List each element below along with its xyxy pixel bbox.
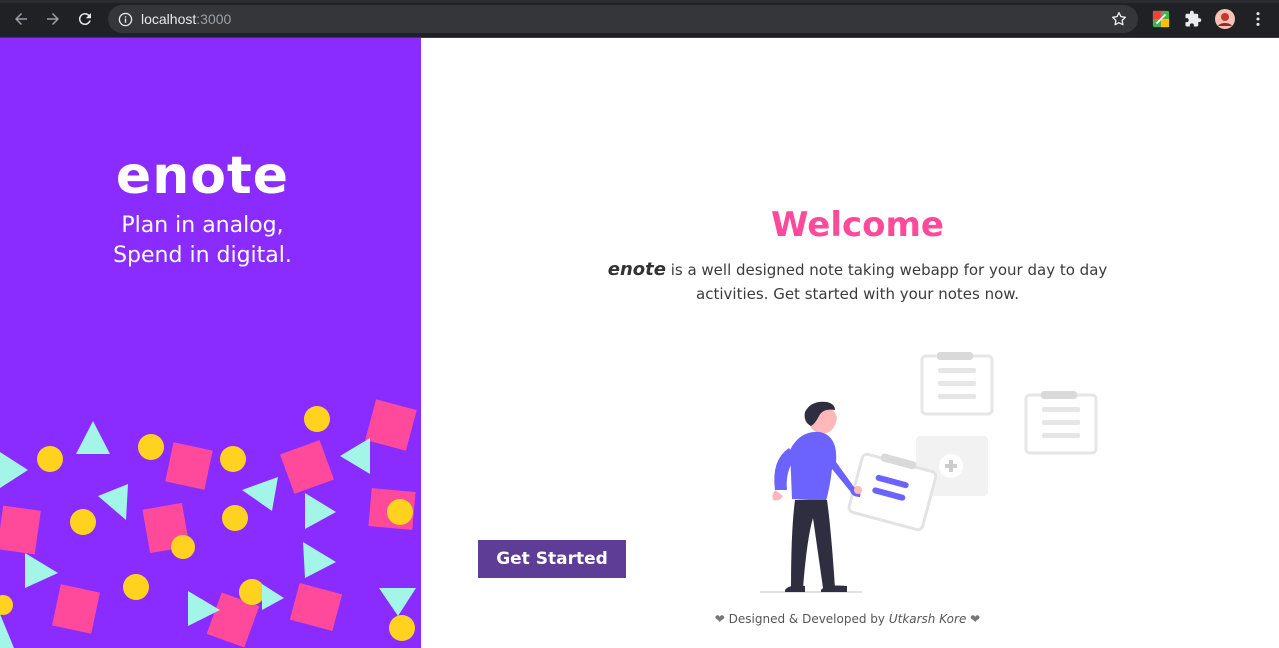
confetti-circle — [304, 406, 330, 432]
confetti-triangle — [340, 438, 370, 474]
extension-icon[interactable] — [1151, 9, 1171, 29]
heart-icon-2: ❤ — [970, 612, 981, 626]
url-port: :3000 — [196, 11, 232, 27]
star-icon[interactable] — [1110, 10, 1128, 28]
confetti-decoration — [0, 399, 417, 648]
menu-icon[interactable] — [1248, 9, 1268, 29]
confetti-triangle — [0, 452, 28, 488]
forward-icon[interactable] — [42, 8, 64, 30]
confetti-circle — [138, 434, 164, 460]
confetti-circle — [37, 446, 63, 472]
confetti-circle — [389, 615, 415, 641]
confetti-circle — [171, 535, 195, 559]
url-text: localhost:3000 — [141, 11, 231, 27]
avatar[interactable] — [1215, 9, 1235, 29]
browser-toolbar: localhost:3000 — [0, 0, 1279, 38]
confetti-circle — [123, 574, 149, 600]
heart-icon: ❤ — [714, 612, 725, 626]
confetti-circle — [0, 595, 13, 615]
footer-credit: ❤ Designed & Developed by Utkarsh Kore ❤ — [690, 612, 1005, 626]
footer-prefix: Designed & Developed by — [724, 612, 889, 626]
confetti-triangle — [76, 421, 110, 454]
person-figure — [760, 401, 862, 593]
address-bar[interactable]: localhost:3000 — [108, 5, 1138, 33]
confetti-triangle — [25, 553, 58, 588]
confetti-circle — [239, 579, 265, 605]
confetti-square — [280, 440, 334, 494]
puzzle-icon[interactable] — [1183, 9, 1203, 29]
confetti-circle — [220, 446, 246, 472]
confetti-triangle — [98, 484, 128, 520]
get-started-button[interactable]: Get Started — [478, 540, 626, 578]
footer-author[interactable]: Utkarsh Kore — [889, 612, 967, 626]
confetti-triangle — [379, 588, 416, 616]
welcome-heading: Welcome — [770, 205, 944, 245]
confetti-triangle — [305, 493, 336, 529]
confetti-square — [165, 442, 213, 490]
confetti-triangle — [262, 584, 284, 610]
confetti-circle — [222, 505, 248, 531]
confetti-triangle — [303, 542, 336, 578]
description-brand: enote — [607, 259, 666, 280]
brand-panel: enote Plan in analog, Spend in digital. — [0, 38, 421, 648]
tab-strip — [0, 0, 1279, 3]
back-icon[interactable] — [10, 8, 32, 30]
confetti-square — [365, 399, 417, 451]
confetti-circle — [70, 509, 96, 535]
confetti-triangle — [0, 614, 14, 648]
reload-icon[interactable] — [74, 8, 96, 30]
confetti-circle — [387, 499, 413, 525]
confetti-square — [52, 584, 100, 634]
info-icon[interactable] — [117, 11, 133, 27]
confetti-square — [0, 505, 41, 555]
description-text: is a well designed note taking webapp fo… — [665, 261, 1108, 303]
confetti-triangle — [242, 477, 278, 511]
note-taking-illustration — [760, 352, 1098, 593]
welcome-description: enote is a well designed note taking web… — [595, 258, 1120, 306]
url-host: localhost — [141, 11, 197, 27]
confetti-square — [289, 582, 343, 632]
